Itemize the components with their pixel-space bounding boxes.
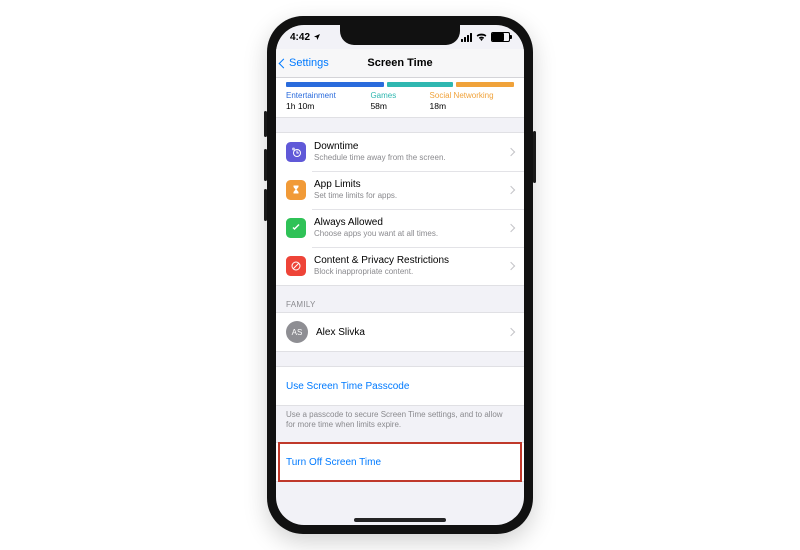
battery-icon	[491, 32, 510, 42]
chevron-right-icon	[507, 186, 515, 194]
row-downtime[interactable]: DowntimeSchedule time away from the scre…	[276, 133, 524, 171]
chevron-right-icon	[507, 328, 515, 336]
turn-off-group: Turn Off Screen Time	[276, 442, 524, 482]
activity-bar	[286, 82, 514, 87]
activity-summary[interactable]: Entertainment1h 10m Games58m Social Netw…	[276, 78, 524, 118]
options-group: DowntimeSchedule time away from the scre…	[276, 132, 524, 286]
chevron-right-icon	[507, 224, 515, 232]
row-turn-off-screen-time[interactable]: Turn Off Screen Time	[276, 443, 524, 481]
check-icon	[286, 218, 306, 238]
category-entertainment: Entertainment	[286, 91, 336, 100]
chevron-left-icon	[279, 58, 289, 68]
back-button[interactable]: Settings	[280, 57, 329, 69]
location-icon	[313, 33, 321, 41]
category-social: Social Networking	[430, 91, 494, 100]
hourglass-icon	[286, 180, 306, 200]
row-family-member[interactable]: AS Alex Slivka	[276, 313, 524, 351]
row-always-allowed[interactable]: Always AllowedChoose apps you want at al…	[276, 209, 524, 247]
chevron-right-icon	[507, 262, 515, 270]
navigation-bar: Settings Screen Time	[276, 49, 524, 78]
page-title: Screen Time	[367, 57, 432, 69]
avatar: AS	[286, 321, 308, 343]
iphone-device-frame: 4:42 Settings Screen Time	[267, 16, 533, 534]
section-header-family: FAMILY	[276, 300, 524, 312]
screen: 4:42 Settings Screen Time	[276, 25, 524, 525]
restrict-icon	[286, 256, 306, 276]
row-app-limits[interactable]: App LimitsSet time limits for apps.	[276, 171, 524, 209]
back-label: Settings	[289, 57, 329, 69]
row-content-privacy[interactable]: Content & Privacy RestrictionsBlock inap…	[276, 247, 524, 285]
home-indicator[interactable]	[354, 518, 446, 522]
notch	[340, 25, 460, 45]
chevron-right-icon	[507, 148, 515, 156]
downtime-icon	[286, 142, 306, 162]
wifi-icon	[476, 33, 487, 41]
passcode-group: Use Screen Time Passcode	[276, 366, 524, 406]
passcode-note: Use a passcode to secure Screen Time set…	[276, 406, 524, 430]
category-games: Games	[370, 91, 396, 100]
status-time: 4:42	[290, 32, 310, 43]
cell-signal-icon	[461, 33, 472, 42]
row-use-passcode[interactable]: Use Screen Time Passcode	[276, 367, 524, 405]
